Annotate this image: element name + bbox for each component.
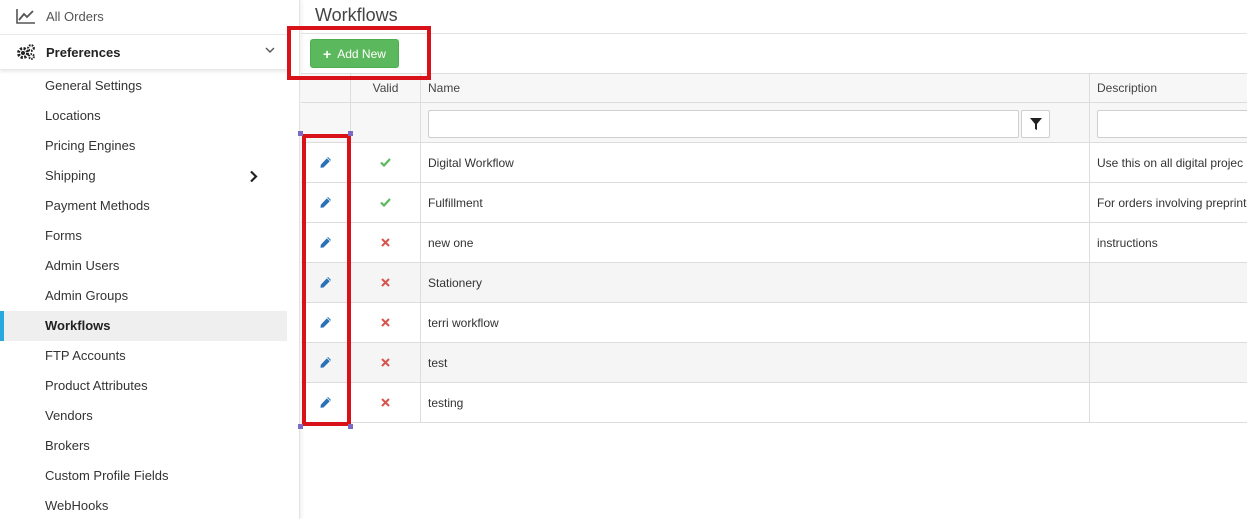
header-description[interactable]: Description [1090, 74, 1247, 102]
selection-handle [348, 131, 353, 136]
valid-cell [351, 223, 421, 262]
workflow-name: terri workflow [421, 303, 1090, 342]
table-row: terri workflow [301, 303, 1247, 343]
workflow-name: Fulfillment [421, 183, 1090, 222]
preferences-submenu: General Settings Locations Pricing Engin… [0, 71, 287, 519]
nav-preferences-label: Preferences [46, 44, 121, 60]
sidebar-item-label: Product Attributes [45, 378, 148, 393]
check-icon [380, 198, 391, 207]
workflow-name: new one [421, 223, 1090, 262]
description-filter-input[interactable] [1097, 110, 1247, 138]
selection-handle [298, 424, 303, 429]
sidebar-item-admin-users[interactable]: Admin Users [0, 251, 287, 281]
valid-cell [351, 383, 421, 422]
grid-filter-row [301, 103, 1247, 143]
workflow-name: Digital Workflow [421, 143, 1090, 182]
sidebar-item-label: Admin Groups [45, 288, 129, 303]
selection-handle [298, 131, 303, 136]
table-row: Stationery [301, 263, 1247, 303]
sidebar-item-label: Payment Methods [45, 198, 150, 213]
sidebar-item-label: Shipping [45, 168, 96, 183]
sidebar-item-locations[interactable]: Locations [0, 101, 287, 131]
grid-header-row: Valid Name Description [301, 73, 1247, 103]
sidebar-item-payment-methods[interactable]: Payment Methods [0, 191, 287, 221]
sidebar-item-label: Admin Users [45, 258, 120, 273]
sidebar-item-label: Custom Profile Fields [45, 468, 169, 483]
workflow-description [1090, 263, 1247, 302]
main-content: Workflows + Add New Valid Name Descripti… [301, 0, 1247, 519]
sidebar-item-label: Locations [45, 108, 101, 123]
sidebar-item-brokers[interactable]: Brokers [0, 431, 287, 461]
sidebar-item-product-attributes[interactable]: Product Attributes [0, 371, 287, 401]
gears-icon [16, 43, 36, 61]
filter-icon [1029, 118, 1042, 130]
sidebar-item-label: Workflows [45, 318, 111, 333]
title-divider [301, 33, 1247, 34]
sidebar-item-label: WebHooks [45, 498, 109, 513]
workflow-name: test [421, 343, 1090, 382]
filter-button[interactable] [1021, 110, 1050, 138]
sidebar-item-label: Vendors [45, 408, 93, 423]
table-row: new one instructions [301, 223, 1247, 263]
sidebar-item-label: Brokers [45, 438, 90, 453]
workflow-description [1090, 303, 1247, 342]
workflow-name: Stationery [421, 263, 1090, 302]
sidebar-item-webhooks[interactable]: WebHooks [0, 491, 287, 519]
x-icon [381, 278, 390, 287]
table-row: testing [301, 383, 1247, 423]
x-icon [381, 398, 390, 407]
valid-cell [351, 143, 421, 182]
highlight-edit-column [302, 134, 351, 426]
workflow-description: instructions [1097, 235, 1158, 250]
chevron-down-icon[interactable] [265, 45, 275, 57]
filter-valid-cell [351, 103, 421, 142]
valid-cell [351, 343, 421, 382]
highlight-add-new [287, 26, 431, 80]
x-icon [381, 318, 390, 327]
check-icon [380, 158, 391, 167]
page-title: Workflows [315, 5, 398, 25]
sidebar-item-vendors[interactable]: Vendors [0, 401, 287, 431]
sidebar-item-forms[interactable]: Forms [0, 221, 287, 251]
name-filter-input[interactable] [428, 110, 1019, 138]
sidebar: All Orders Preferences General Settings … [0, 0, 300, 519]
nav-all-orders[interactable]: All Orders [0, 0, 287, 32]
sidebar-item-admin-groups[interactable]: Admin Groups [0, 281, 287, 311]
x-icon [381, 238, 390, 247]
sidebar-item-pricing-engines[interactable]: Pricing Engines [0, 131, 287, 161]
valid-cell [351, 303, 421, 342]
workflows-grid: Valid Name Description Digital Workflow … [301, 73, 1247, 423]
sidebar-item-workflows[interactable]: Workflows [0, 311, 287, 341]
sidebar-item-ftp-accounts[interactable]: FTP Accounts [0, 341, 287, 371]
chevron-right-icon[interactable] [246, 161, 260, 191]
sidebar-item-label: FTP Accounts [45, 348, 126, 363]
workflow-description: Use this on all digital projec [1097, 155, 1244, 170]
line-chart-icon [16, 7, 36, 25]
table-row: Digital Workflow Use this on all digital… [301, 143, 1247, 183]
x-icon [381, 358, 390, 367]
sidebar-item-shipping[interactable]: Shipping [0, 161, 287, 191]
sidebar-item-label: Forms [45, 228, 82, 243]
workflow-description [1090, 343, 1247, 382]
nav-preferences[interactable]: Preferences [0, 34, 287, 70]
valid-cell [351, 183, 421, 222]
table-row: test [301, 343, 1247, 383]
valid-cell [351, 263, 421, 302]
nav-all-orders-label: All Orders [46, 8, 104, 24]
sidebar-item-label: Pricing Engines [45, 138, 136, 153]
workflow-description [1090, 383, 1247, 422]
sidebar-item-custom-profile-fields[interactable]: Custom Profile Fields [0, 461, 287, 491]
selection-handle [348, 424, 353, 429]
table-row: Fulfillment For orders involving preprin… [301, 183, 1247, 223]
workflow-name: testing [421, 383, 1090, 422]
workflow-description: For orders involving preprinte [1097, 195, 1247, 210]
header-name[interactable]: Name [421, 74, 1090, 102]
sidebar-item-general-settings[interactable]: General Settings [0, 71, 287, 101]
sidebar-item-label: General Settings [45, 78, 142, 93]
